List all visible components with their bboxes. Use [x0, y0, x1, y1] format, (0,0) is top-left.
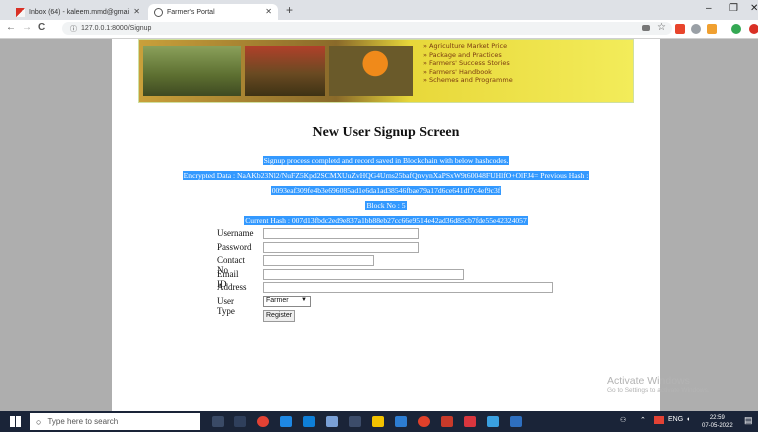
clock[interactable]: 22:59 07-05-2022 [702, 414, 733, 430]
page-viewport: Agriculture Market Price Package and Pra… [0, 39, 758, 411]
tractor-photo [245, 46, 325, 96]
password-input[interactable] [263, 241, 419, 253]
banner-link[interactable]: Package and Practices [423, 51, 513, 60]
chevron-up-icon[interactable]: ⌃ [640, 416, 646, 424]
close-tab-icon[interactable]: ✕ [265, 7, 272, 16]
reload-button[interactable]: C [38, 22, 45, 33]
minimize-button[interactable]: – [706, 3, 712, 14]
taskbar-search-box[interactable]: ○ Type here to search [30, 413, 200, 430]
windows-start-icon[interactable] [10, 416, 21, 427]
email-input[interactable] [263, 268, 464, 280]
banner-link[interactable]: Farmers' Success Stories [423, 59, 513, 68]
tab-title: Inbox (64) - kaleem.mmd@gmai [29, 8, 130, 16]
forward-button[interactable]: → [22, 22, 32, 33]
tab-farmers-portal[interactable]: Farmer's Portal ✕ [148, 4, 278, 20]
user-type-select[interactable]: Farmer ▼ [263, 295, 311, 307]
clock-time: 22:59 [709, 415, 725, 421]
watermark-title: Activate Windows [607, 375, 690, 387]
extension-green-icon[interactable] [731, 24, 741, 34]
block-number-line: Block No : 5 [365, 201, 407, 210]
page-title: New User Signup Screen [312, 125, 460, 140]
username-input[interactable] [263, 228, 419, 239]
address-bar[interactable]: ⓘ 127.0.0.1:8000/Signup [62, 22, 672, 35]
dropdown-arrow-icon: ▼ [301, 296, 307, 303]
maximize-button[interactable]: ❐ [729, 3, 738, 14]
address-input[interactable] [263, 282, 553, 293]
app-icon[interactable] [464, 416, 476, 427]
header-banner: Agriculture Market Price Package and Pra… [138, 39, 634, 103]
tab-gmail-inbox[interactable]: Inbox (64) - kaleem.mmd@gmai ✕ [10, 4, 146, 20]
close-tab-icon[interactable]: ✕ [133, 7, 140, 16]
farmer-photo [143, 46, 241, 96]
notifications-icon[interactable]: ▤ [744, 415, 753, 426]
register-button[interactable]: Register [263, 310, 296, 322]
edge-icon[interactable] [280, 416, 292, 427]
page-content: Agriculture Market Price Package and Pra… [112, 39, 660, 411]
contact-input[interactable] [263, 255, 374, 266]
star-icon[interactable]: ☆ [657, 22, 667, 33]
watermark-subtitle: Go to Settings to activate Windows. [607, 387, 710, 394]
banner-link[interactable]: Farmers' Handbook [423, 68, 513, 77]
encrypted-data-line: Encrypted Data : NaAKb23Nl2/NuFZ5Kpd2SCM… [182, 171, 590, 180]
search-icon: ○ [36, 416, 42, 427]
current-hash-line: Current Hash : 007d13fbdc2ed9e837a1bb88e… [244, 216, 528, 225]
extension-fox-icon[interactable] [707, 24, 717, 34]
banner-link[interactable]: Agriculture Market Price [423, 42, 513, 51]
store-icon[interactable] [303, 416, 315, 427]
back-button[interactable]: ← [6, 22, 16, 33]
farmer-portrait-photo [329, 46, 413, 96]
globe-icon [154, 7, 163, 17]
people-icon[interactable]: ⚇ [620, 416, 626, 424]
url-text: 127.0.0.1:8000/Signup [81, 25, 152, 32]
search-placeholder: Type here to search [47, 417, 119, 426]
extension-search-icon[interactable] [691, 24, 701, 34]
app-icon[interactable] [441, 416, 453, 427]
app-icon[interactable] [326, 416, 338, 427]
banner-link[interactable]: Schemes and Programme [423, 76, 513, 85]
close-window-button[interactable]: ✕ [750, 3, 758, 14]
password-label: Password [217, 241, 252, 252]
chrome-icon[interactable] [257, 416, 269, 427]
activation-watermark: Activate Windows Go to Settings to activ… [607, 375, 710, 394]
tray-app-icon[interactable] [654, 416, 664, 424]
site-info-icon[interactable]: ⓘ [70, 24, 77, 34]
extension-red-icon[interactable] [749, 24, 758, 34]
browser-toolbar: ← → C ⓘ 127.0.0.1:8000/Signup ☆ [0, 20, 758, 39]
new-tab-button[interactable]: + [286, 3, 293, 17]
status-message: Signup process completd and record saved… [262, 156, 510, 165]
key-icon[interactable] [642, 25, 650, 31]
file-explorer-icon[interactable] [372, 416, 384, 427]
ime-indicator[interactable]: ENG [668, 416, 683, 423]
user-type-label: User Type [217, 295, 235, 316]
app-icon[interactable] [349, 416, 361, 427]
taskbar: ○ Type here to search ⚇ ⌃ ENG ◖ 22:59 07… [0, 411, 758, 432]
banner-links: Agriculture Market Price Package and Pra… [423, 42, 513, 85]
app-icon[interactable] [418, 416, 430, 427]
extension-pdf-icon[interactable] [675, 24, 685, 34]
task-view-icon[interactable] [212, 416, 224, 427]
app-icon[interactable] [487, 416, 499, 427]
username-label: Username [217, 228, 254, 238]
previous-hash-line: 0093eaf309fe4b3e696085ad1e6da1ad38546fba… [270, 186, 502, 195]
cortana-icon[interactable] [234, 416, 246, 427]
clock-date: 07-05-2022 [702, 423, 733, 429]
address-label: Address [217, 282, 247, 292]
volume-icon[interactable]: ◖ [686, 416, 690, 423]
user-type-value: Farmer [266, 296, 289, 304]
tab-title: Farmer's Portal [167, 8, 215, 16]
browser-tab-strip: Inbox (64) - kaleem.mmd@gmai ✕ Farmer's … [0, 0, 758, 20]
app-icon[interactable] [510, 416, 522, 427]
gmail-icon [16, 7, 25, 17]
app-icon[interactable] [395, 416, 407, 427]
